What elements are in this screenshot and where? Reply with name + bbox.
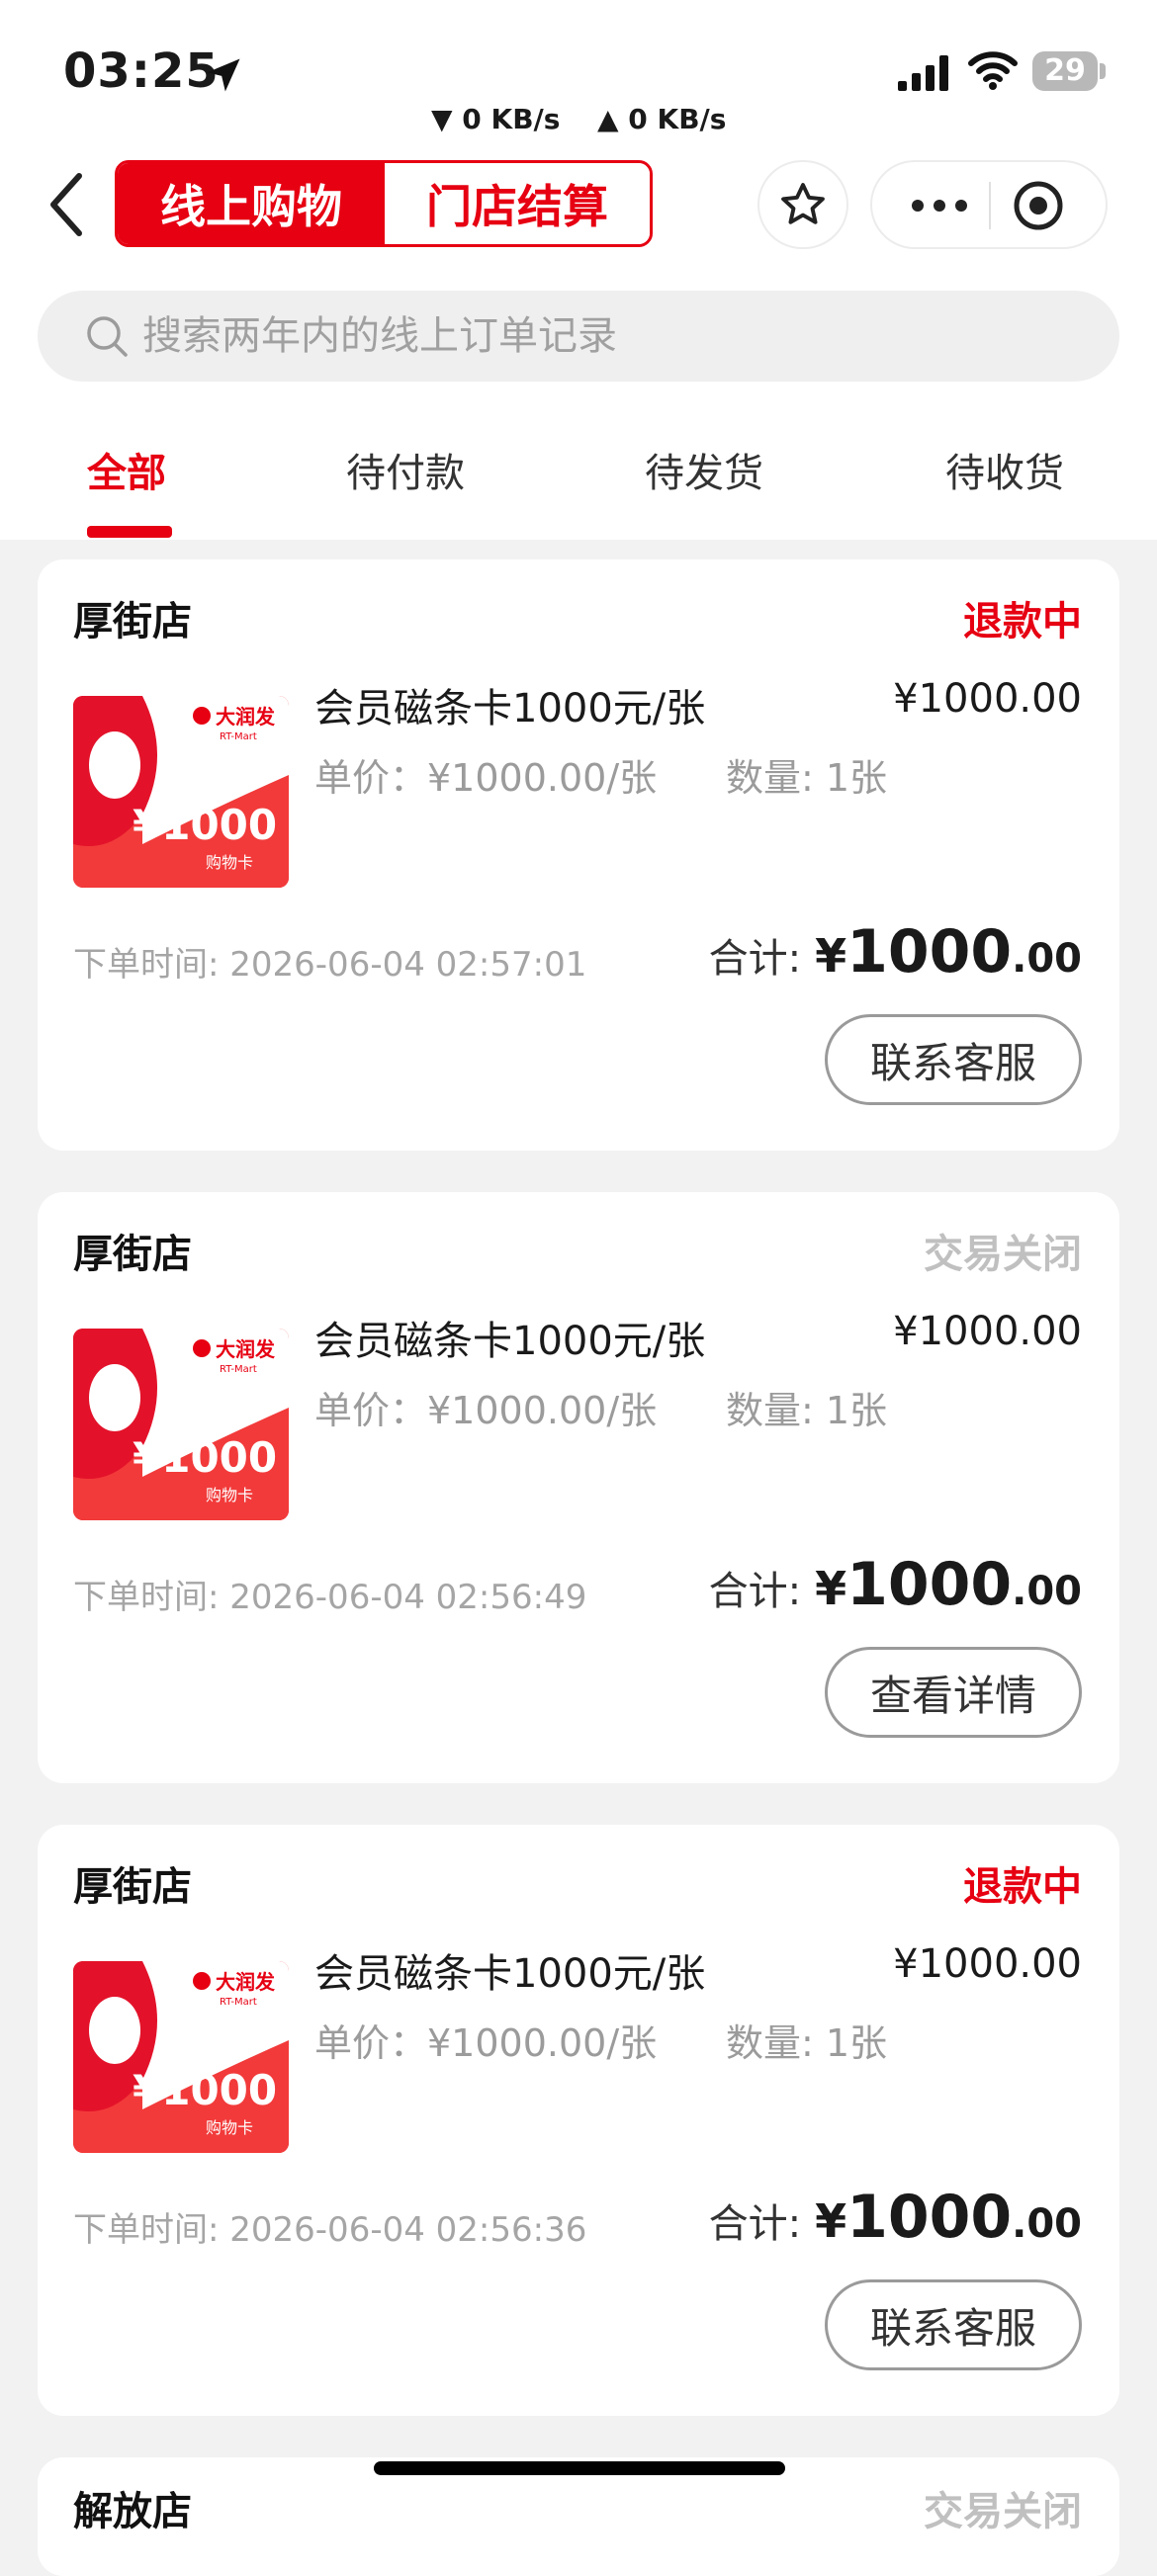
product-name[interactable]: 会员磁条卡1000元/张: [314, 1309, 705, 1366]
product-thumbnail[interactable]: 大润发 RT-Mart ¥1000 购物卡: [73, 696, 289, 888]
unit-price: 单价：¥1000.00/张: [314, 1389, 658, 1432]
download-speed: ▼ 0 KB/s: [431, 103, 561, 135]
total-label: 合计:: [708, 936, 802, 982]
product-price: ¥1000.00: [893, 1309, 1082, 1354]
favorite-button[interactable]: [757, 160, 848, 249]
tab-all[interactable]: 全部: [87, 441, 166, 498]
product-name[interactable]: 会员磁条卡1000元/张: [314, 1941, 705, 1999]
total-decimal: .00: [1012, 936, 1082, 982]
card-amount-text: ¥1000: [133, 2066, 277, 2114]
product-name[interactable]: 会员磁条卡1000元/张: [314, 676, 705, 733]
quantity: 数量: 1张: [726, 1389, 888, 1432]
battery-cap: [1100, 63, 1106, 79]
order-search-bar[interactable]: [38, 291, 1119, 382]
status-time: 03:25: [63, 43, 220, 99]
tab-pending-shipment[interactable]: 待发货: [645, 441, 763, 498]
battery-level: 29: [1032, 51, 1098, 91]
store-name: 厚街店: [73, 599, 192, 644]
segment-store-checkout[interactable]: 门店结算: [385, 163, 650, 244]
product-price: ¥1000.00: [893, 1941, 1082, 1987]
total-currency: ¥: [815, 929, 847, 983]
back-chevron-icon[interactable]: [44, 170, 91, 239]
order-total: 合计: ¥1000.00: [709, 2183, 1082, 2252]
search-input[interactable]: [142, 291, 1092, 382]
order-time: 下单时间: 2026-06-04 02:56:36: [73, 2210, 587, 2250]
home-indicator: [374, 2461, 785, 2475]
product-thumbnail[interactable]: 大润发 RT-Mart ¥1000 购物卡: [73, 1961, 289, 2153]
order-card-partial[interactable]: 解放店 交易关闭: [38, 2457, 1119, 2576]
order-status: 退款中: [963, 1864, 1082, 1910]
card-label-text: 购物卡: [206, 2118, 253, 2137]
total-integer: 1000: [846, 1550, 1013, 1619]
product-price: ¥1000.00: [893, 676, 1082, 722]
shopping-mode-segment: 线上购物 门店结算: [115, 160, 653, 247]
total-label: 合计:: [708, 1569, 802, 1614]
brand-text: 大润发: [216, 705, 276, 729]
store-name: 解放店: [73, 2489, 192, 2534]
unit-price: 单价：¥1000.00/张: [314, 756, 658, 800]
card-label-text: 购物卡: [206, 853, 253, 872]
store-name: 厚街店: [73, 1864, 192, 1910]
close-miniapp-icon[interactable]: [1011, 178, 1066, 233]
card-amount-text: ¥1000: [133, 1433, 277, 1482]
search-icon: [87, 316, 128, 357]
total-decimal: .00: [1012, 1569, 1082, 1614]
segment-online-shopping[interactable]: 线上购物: [118, 163, 385, 244]
quantity: 数量: 1张: [726, 756, 888, 800]
total-integer: 1000: [846, 2183, 1013, 2252]
tab-pending-payment[interactable]: 待付款: [346, 441, 465, 498]
total-currency: ¥: [815, 1562, 847, 1615]
total-decimal: .00: [1012, 2201, 1082, 2247]
order-status: 交易关闭: [924, 2489, 1082, 2534]
brand-en-text: RT-Mart: [220, 731, 257, 742]
order-status: 退款中: [963, 599, 1082, 644]
brand-text: 大润发: [216, 1970, 276, 1994]
capsule-divider: [989, 182, 991, 229]
miniapp-capsule: [870, 160, 1108, 249]
order-time: 下单时间: 2026-06-04 02:57:01: [73, 945, 587, 985]
card-amount-text: ¥1000: [133, 801, 277, 849]
order-card[interactable]: 厚街店 退款中 大润发 RT-Mart ¥1000 购物卡 会员磁条卡1000元…: [38, 1825, 1119, 2416]
tab-pending-receipt[interactable]: 待收货: [945, 441, 1064, 498]
upload-speed: ▲ 0 KB/s: [597, 103, 727, 135]
total-integer: 1000: [846, 917, 1013, 987]
unit-price: 单价：¥1000.00/张: [314, 2021, 658, 2065]
gift-card-image: 大润发 RT-Mart ¥1000 购物卡: [73, 1961, 289, 2153]
location-arrow-icon: [207, 58, 240, 92]
store-name: 厚街店: [73, 1232, 192, 1277]
brand-text: 大润发: [216, 1337, 276, 1361]
order-total: 合计: ¥1000.00: [709, 917, 1082, 987]
star-icon: [781, 183, 825, 224]
contact-service-button[interactable]: 联系客服: [825, 1014, 1082, 1105]
order-card[interactable]: 厚街店 退款中 大润发 RT-Mart ¥1000 购物卡 会员磁条卡1000元…: [38, 559, 1119, 1151]
total-label: 合计:: [708, 2201, 802, 2247]
gift-card-image: 大润发 RT-Mart ¥1000 购物卡: [73, 1329, 289, 1520]
quantity: 数量: 1张: [726, 2021, 888, 2065]
cellular-signal-icon: [898, 55, 948, 91]
gift-card-image: 大润发 RT-Mart ¥1000 购物卡: [73, 696, 289, 888]
brand-en-text: RT-Mart: [220, 1997, 257, 2008]
product-thumbnail[interactable]: 大润发 RT-Mart ¥1000 购物卡: [73, 1329, 289, 1520]
wifi-icon: [968, 51, 1018, 90]
view-details-button[interactable]: 查看详情: [825, 1647, 1082, 1738]
more-dots-icon[interactable]: [908, 184, 971, 227]
brand-en-text: RT-Mart: [220, 1364, 257, 1375]
order-time: 下单时间: 2026-06-04 02:56:49: [73, 1578, 587, 1617]
total-currency: ¥: [815, 2194, 847, 2248]
order-card[interactable]: 厚街店 交易关闭 大润发 RT-Mart ¥1000 购物卡 会员磁条卡1000…: [38, 1192, 1119, 1783]
card-label-text: 购物卡: [206, 1486, 253, 1504]
order-total: 合计: ¥1000.00: [709, 1550, 1082, 1619]
order-status: 交易关闭: [924, 1232, 1082, 1277]
contact-service-button[interactable]: 联系客服: [825, 2279, 1082, 2370]
active-tab-indicator: [87, 526, 172, 538]
